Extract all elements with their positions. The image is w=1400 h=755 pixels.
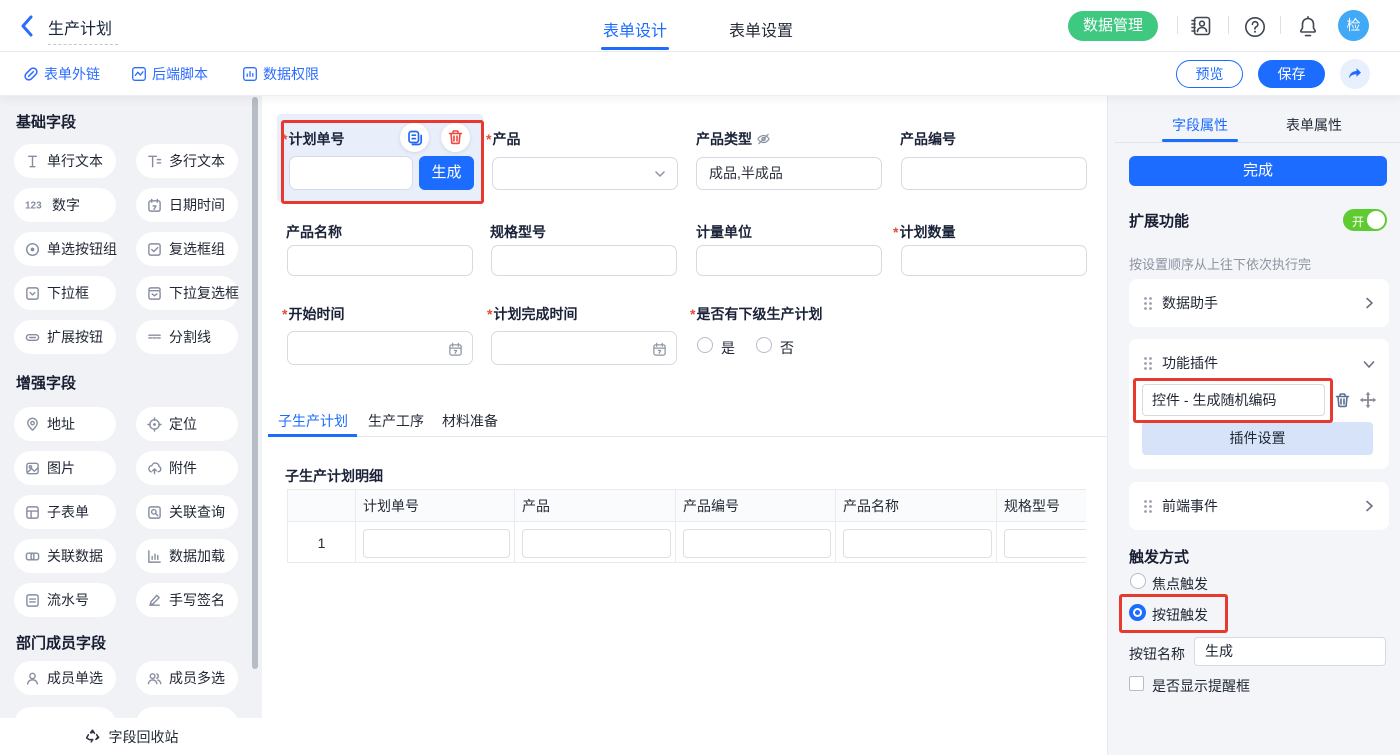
svg-text:123: 123 <box>25 201 42 210</box>
